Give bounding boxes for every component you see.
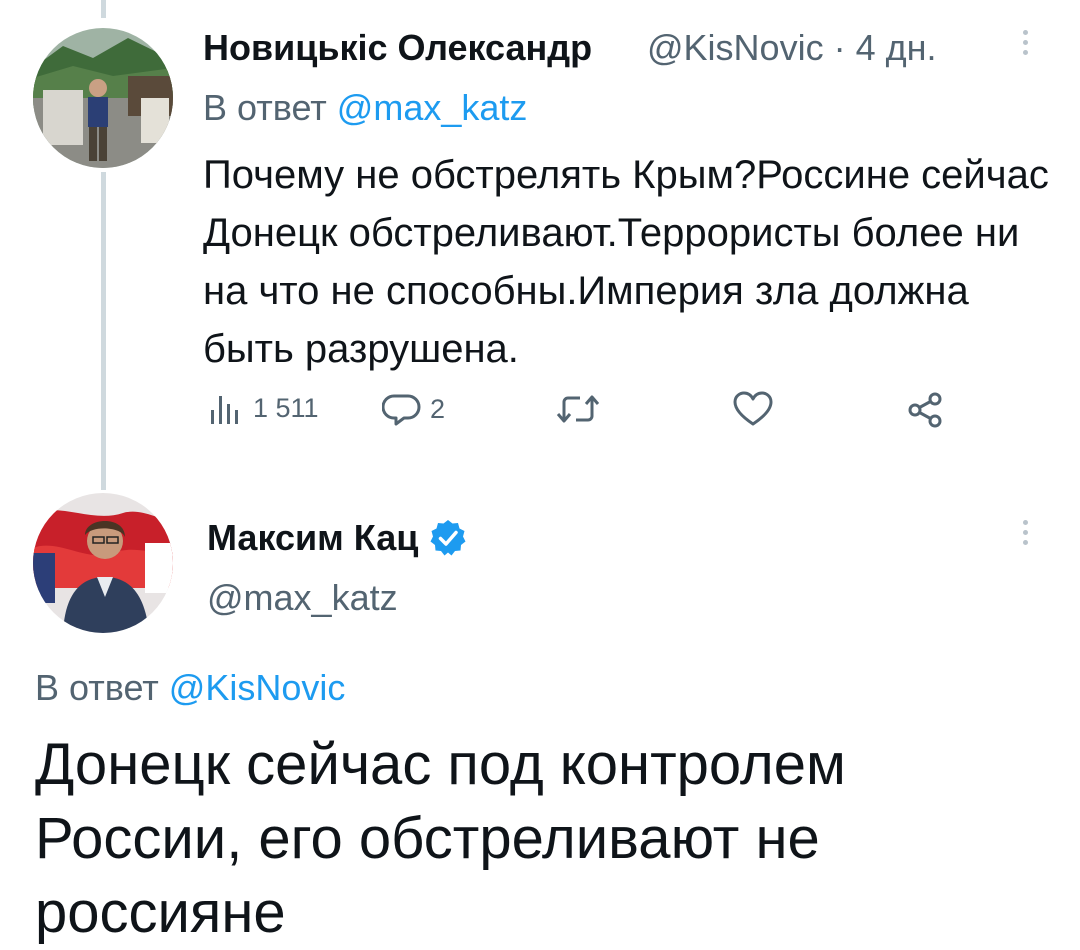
tweet-meta: @KisNovic · 4 дн. bbox=[647, 28, 937, 68]
author-handle[interactable]: @max_katz bbox=[207, 578, 398, 618]
share-icon bbox=[908, 392, 942, 428]
reply-to-prefix: В ответ bbox=[203, 87, 327, 128]
reply-to-handle[interactable]: @KisNovic bbox=[169, 667, 346, 708]
reply-button[interactable]: 2 bbox=[382, 390, 445, 428]
reply-to-prefix: В ответ bbox=[35, 667, 159, 708]
tweet-text: Почему не обстрелять Крым?Россине сейчас… bbox=[203, 153, 1049, 371]
reply-to-line: В ответ @KisNovic bbox=[35, 668, 345, 708]
retweet-icon bbox=[556, 395, 600, 423]
reply-to-handle[interactable]: @max_katz bbox=[337, 87, 528, 128]
main-tweet-text: Донецк сейчас под контролем России, его … bbox=[35, 732, 846, 945]
meta-separator: · bbox=[833, 27, 846, 68]
author-name[interactable]: Максим Кац bbox=[207, 518, 418, 558]
more-icon[interactable] bbox=[1018, 30, 1032, 60]
share-button[interactable] bbox=[905, 390, 945, 430]
avatar-max-katz[interactable] bbox=[33, 493, 173, 633]
like-icon bbox=[733, 391, 773, 426]
views-icon bbox=[211, 396, 238, 424]
tweet-time[interactable]: 4 дн. bbox=[856, 27, 937, 68]
author-handle[interactable]: @KisNovic bbox=[647, 27, 824, 68]
retweet-button[interactable] bbox=[556, 390, 600, 428]
author-name-main: Максим Кац bbox=[207, 518, 468, 558]
verified-badge-icon[interactable] bbox=[428, 518, 468, 558]
replies-count: 2 bbox=[430, 393, 446, 424]
author-name[interactable]: Новицькіс Олександр bbox=[203, 28, 592, 68]
reply-icon bbox=[382, 394, 421, 426]
views-count: 1 511 bbox=[253, 392, 319, 423]
thread-line-connector bbox=[101, 172, 106, 490]
views-button[interactable]: 1 511 bbox=[207, 390, 319, 426]
more-icon[interactable] bbox=[1018, 520, 1032, 550]
avatar-kisnovic[interactable] bbox=[33, 28, 173, 168]
thread-line-top bbox=[101, 0, 106, 18]
like-button[interactable] bbox=[732, 390, 774, 428]
reply-to-line: В ответ @max_katz bbox=[203, 88, 527, 128]
